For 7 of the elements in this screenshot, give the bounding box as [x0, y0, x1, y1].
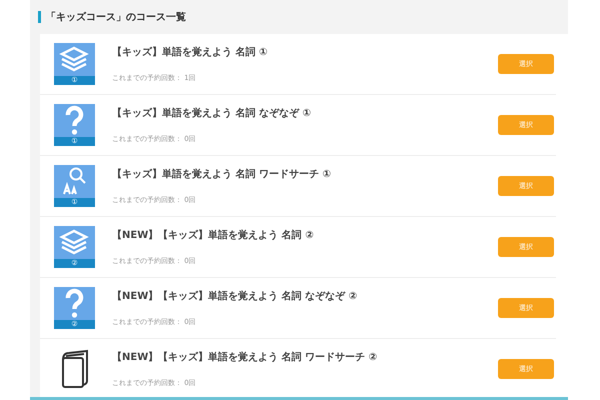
- section-heading: 「キッズコース」のコース一覧: [46, 10, 186, 24]
- course-title: 【NEW】【キッズ】単語を覚えよう 名詞 ワードサーチ ②: [112, 350, 378, 364]
- course-title: 【キッズ】単語を覚えよう 名詞 なぞなぞ ①: [112, 106, 312, 120]
- course-title: 【NEW】【キッズ】単語を覚えよう 名詞 ②: [112, 228, 315, 242]
- course-title: 【キッズ】単語を覚えよう 名詞 ワードサーチ ①: [112, 168, 332, 181]
- course-title: 【NEW】【キッズ】単語を覚えよう 名詞 なぞなぞ ②: [112, 290, 358, 303]
- course-title: 【キッズ】単語を覚えよう 名詞 ①: [112, 46, 268, 59]
